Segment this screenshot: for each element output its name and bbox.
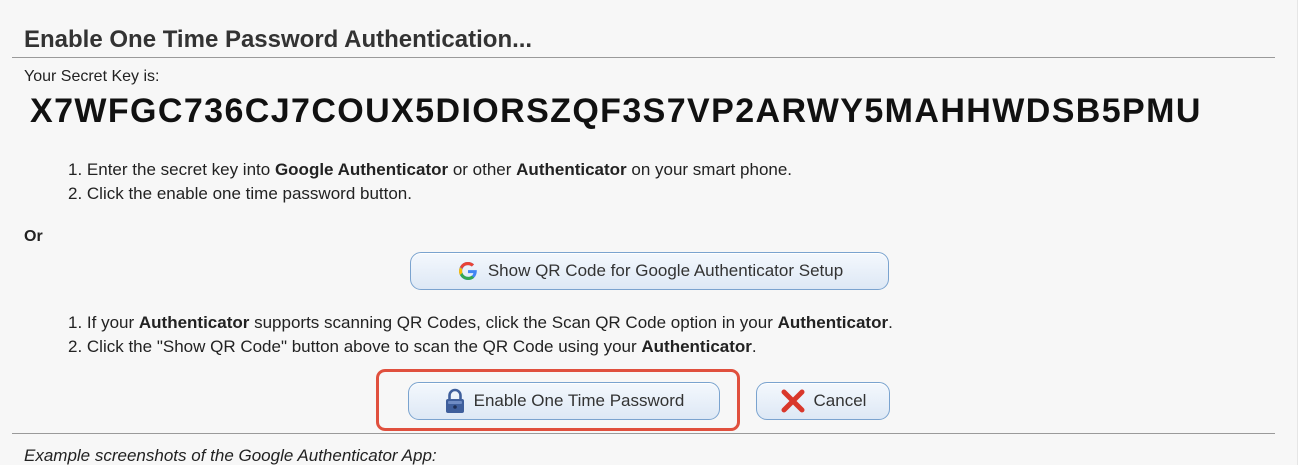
lock-icon [444,388,466,414]
qr-step-2: 2. Click the "Show QR Code" button above… [68,335,893,359]
step-text: on your smart phone. [626,160,793,179]
or-label: Or [24,228,43,245]
google-g-icon [456,259,480,283]
secret-key-value: X7WFGC736CJ7COUX5DIORSZQF3S7VP2ARWY5MAHH… [30,92,1202,130]
step-bold: Authenticator [138,313,250,332]
manual-steps-list: 1. Enter the secret key into Google Auth… [68,158,792,206]
cancel-button[interactable]: Cancel [756,382,890,420]
cancel-label: Cancel [813,391,867,410]
step-bold: Authenticator [641,337,752,356]
step-text: Click the "Show QR Code" button above to… [86,337,642,356]
qr-step-1: 1. If your Authenticator supports scanni… [68,311,893,335]
step-bold: Authenticator [777,313,889,332]
show-qr-code-button[interactable]: Show QR Code for Google Authenticator Se… [410,252,889,290]
enable-otp-label: Enable One Time Password [473,391,685,410]
page-title: Enable One Time Password Authentication.… [24,26,533,53]
step-number: 2. [68,337,87,356]
title-divider [12,57,1275,58]
step-text: supports scanning QR Codes, click the Sc… [249,313,778,332]
section-divider [12,433,1275,434]
step-text: . [751,337,757,356]
red-x-icon [780,388,806,414]
secret-key-label: Your Secret Key is: [24,68,160,85]
step-bold: Authenticator [516,160,627,179]
enable-otp-button[interactable]: Enable One Time Password [408,382,720,420]
step-text: or other [448,160,517,179]
step-text: Enter the secret key into [86,160,275,179]
step-number: 2. [68,184,87,203]
step-text: If your [86,313,139,332]
step-number: 1. [68,160,87,179]
step-text: . [888,313,893,332]
example-screenshots-label: Example screenshots of the Google Authen… [24,446,437,465]
manual-step-2: 2. Click the enable one time password bu… [68,182,792,206]
step-text: Click the enable one time password butto… [86,184,412,203]
step-bold: Google Authenticator [274,160,449,179]
show-qr-code-label: Show QR Code for Google Authenticator Se… [487,261,844,280]
manual-step-1: 1. Enter the secret key into Google Auth… [68,158,792,182]
step-number: 1. [68,313,87,332]
otp-setup-panel: Enable One Time Password Authentication.… [0,0,1298,465]
qr-steps-list: 1. If your Authenticator supports scanni… [68,311,893,359]
